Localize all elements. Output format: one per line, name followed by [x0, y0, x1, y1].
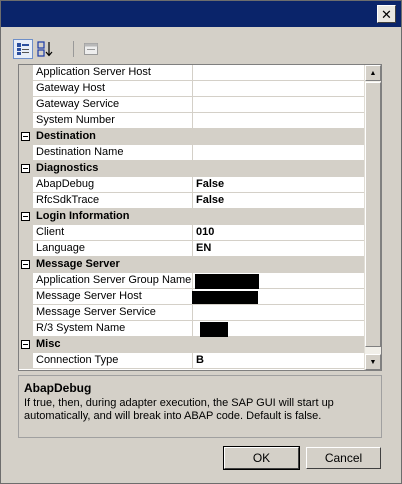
collapse-icon[interactable]: [21, 212, 30, 221]
ok-button[interactable]: OK: [223, 446, 300, 470]
collapse-icon[interactable]: [21, 260, 30, 269]
scroll-down-icon: ▼: [369, 358, 377, 366]
property-pages-icon: [84, 43, 98, 55]
property-name: R/3 System Name: [36, 322, 126, 334]
row-gutter: [19, 273, 33, 289]
property-name: Application Server Group Name: [36, 274, 191, 286]
row-gutter: [19, 305, 33, 321]
property-name: Message Server Service: [36, 306, 156, 318]
row-gutter: [19, 97, 33, 113]
property-row[interactable]: Message Server Host: [19, 289, 365, 305]
property-row[interactable]: Gateway Host: [19, 81, 365, 97]
property-row[interactable]: AbapDebug False: [19, 177, 365, 193]
row-gutter: [19, 289, 33, 305]
close-button[interactable]: ✕: [377, 5, 396, 23]
redacted-value: [192, 290, 258, 304]
row-gutter: [19, 193, 33, 209]
property-value[interactable]: 010: [192, 225, 365, 240]
property-row[interactable]: Client 010: [19, 225, 365, 241]
description-panel: AbapDebug If true, then, during adapter …: [18, 375, 382, 438]
property-grid-toolbar: [13, 37, 383, 61]
collapse-icon[interactable]: [21, 164, 30, 173]
row-gutter: [19, 177, 33, 193]
title-bar: ✕: [1, 1, 401, 27]
property-value[interactable]: [192, 81, 365, 96]
property-name: Gateway Service: [36, 98, 120, 110]
property-row[interactable]: R/3 System Name: [19, 321, 365, 337]
property-value[interactable]: [192, 145, 365, 160]
category-row[interactable]: Login Information: [19, 209, 365, 225]
categorized-icon: [17, 43, 29, 55]
scroll-down-button[interactable]: ▼: [365, 354, 381, 370]
row-gutter: [19, 113, 33, 129]
property-value[interactable]: EN: [192, 241, 365, 256]
property-row[interactable]: Destination Name: [19, 145, 365, 161]
redacted-value: [195, 273, 259, 289]
scroll-up-icon: ▲: [369, 69, 377, 77]
alphabetical-icon: [37, 41, 53, 57]
property-value[interactable]: False: [192, 193, 365, 208]
property-rows: Application Server Host Gateway Host Gatew…: [19, 65, 365, 369]
category-row[interactable]: Misc: [19, 337, 365, 353]
category-row[interactable]: Destination: [19, 129, 365, 145]
property-name: Gateway Host: [36, 82, 106, 94]
collapse-icon[interactable]: [21, 132, 30, 141]
close-icon: ✕: [381, 6, 392, 22]
property-name: AbapDebug: [36, 178, 95, 190]
row-gutter: [19, 145, 33, 161]
property-name: Language: [36, 242, 85, 254]
category-row[interactable]: Diagnostics: [19, 161, 365, 177]
categorized-button[interactable]: [13, 39, 33, 59]
property-value[interactable]: [192, 113, 365, 128]
row-gutter: [19, 225, 33, 241]
property-row[interactable]: Connection Type B: [19, 353, 365, 369]
property-value[interactable]: False: [192, 177, 365, 192]
property-row[interactable]: Message Server Service: [19, 305, 365, 321]
collapse-icon[interactable]: [21, 340, 30, 349]
property-row[interactable]: Gateway Service: [19, 97, 365, 113]
row-gutter: [19, 81, 33, 97]
row-gutter: [19, 321, 33, 337]
property-row[interactable]: Application Server Group Name: [19, 273, 365, 289]
vertical-scrollbar[interactable]: ▲ ▼: [364, 65, 381, 370]
description-text: If true, then, during adapter execution,…: [24, 397, 334, 422]
property-row[interactable]: System Number: [19, 113, 365, 129]
property-row[interactable]: RfcSdkTrace False: [19, 193, 365, 209]
property-name: RfcSdkTrace: [36, 194, 100, 206]
redacted-value: [200, 321, 228, 337]
category-label: Diagnostics: [36, 162, 99, 174]
property-name: Application Server Host: [36, 66, 151, 78]
property-row[interactable]: Language EN: [19, 241, 365, 257]
alphabetical-button[interactable]: [35, 39, 55, 59]
row-gutter: [19, 241, 33, 257]
scroll-up-button[interactable]: ▲: [365, 65, 381, 81]
property-value[interactable]: [192, 65, 365, 80]
property-value[interactable]: [192, 97, 365, 112]
properties-dialog: ✕ Application Server Host Gateway Host G…: [0, 0, 402, 484]
property-name: Message Server Host: [36, 290, 142, 302]
property-grid: Application Server Host Gateway Host Gatew…: [18, 64, 382, 371]
row-gutter: [19, 65, 33, 81]
description-title: AbapDebug: [24, 381, 92, 395]
category-label: Message Server: [36, 258, 120, 270]
property-name: Client: [36, 226, 65, 238]
category-label: Misc: [36, 338, 61, 350]
property-value[interactable]: B: [192, 353, 365, 368]
property-name: System Number: [36, 114, 115, 126]
property-row[interactable]: Application Server Host: [19, 65, 365, 81]
property-name: Destination Name: [36, 146, 124, 158]
property-value[interactable]: [192, 305, 365, 320]
property-name: Connection Type: [36, 354, 119, 366]
cancel-button[interactable]: Cancel: [306, 447, 381, 469]
property-pages-button[interactable]: [81, 39, 101, 59]
toolbar-separator: [73, 41, 74, 57]
category-label: Destination: [36, 130, 96, 142]
scroll-thumb[interactable]: [365, 82, 381, 347]
row-gutter: [19, 353, 33, 369]
category-row[interactable]: Message Server: [19, 257, 365, 273]
category-label: Login Information: [36, 210, 130, 222]
